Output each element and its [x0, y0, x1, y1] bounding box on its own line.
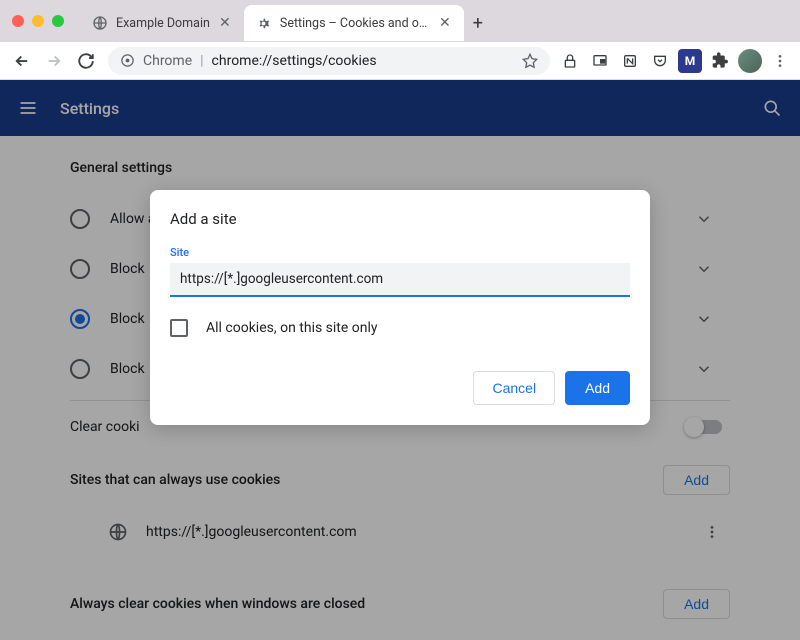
tab-settings-cookies[interactable]: Settings – Cookies and other s ✕ [244, 5, 464, 41]
add-button[interactable]: Add [565, 371, 630, 405]
checkbox-label: All cookies, on this site only [206, 320, 378, 336]
chrome-icon [120, 53, 135, 68]
modal-overlay[interactable]: Add a site Site All cookies, on this sit… [0, 80, 800, 640]
close-window-button[interactable] [12, 15, 24, 27]
site-input[interactable] [170, 263, 630, 297]
browser-toolbar: Chrome | chrome://settings/cookies M [0, 42, 800, 80]
window-controls [12, 15, 64, 27]
omnibox-url: chrome://settings/cookies [212, 53, 377, 69]
new-tab-button[interactable]: + [464, 5, 492, 41]
maximize-window-button[interactable] [52, 15, 64, 27]
notion-icon[interactable] [618, 49, 642, 73]
checkbox-row: All cookies, on this site only [170, 319, 630, 337]
dialog-title: Add a site [170, 210, 630, 228]
minimize-window-button[interactable] [32, 15, 44, 27]
reload-button[interactable] [72, 47, 100, 75]
dialog-buttons: Cancel Add [170, 371, 630, 405]
omnibox-prefix: Chrome [143, 53, 192, 69]
field-label-site: Site [170, 246, 630, 259]
profile-avatar[interactable] [738, 49, 762, 73]
close-icon[interactable]: ✕ [438, 16, 452, 30]
pocket-icon[interactable] [648, 49, 672, 73]
close-icon[interactable]: ✕ [218, 16, 232, 30]
extension-icons: M [558, 49, 792, 73]
globe-icon [92, 15, 108, 31]
browser-titlebar: Example Domain ✕ Settings – Cookies and … [0, 0, 800, 42]
forward-button[interactable] [40, 47, 68, 75]
all-cookies-checkbox[interactable] [170, 319, 188, 337]
lock-icon[interactable] [558, 49, 582, 73]
address-bar[interactable]: Chrome | chrome://settings/cookies [108, 47, 550, 75]
tab-title: Example Domain [116, 16, 210, 31]
puzzle-icon[interactable] [708, 49, 732, 73]
back-button[interactable] [8, 47, 36, 75]
star-icon[interactable] [522, 53, 538, 69]
tab-title: Settings – Cookies and other s [280, 16, 430, 31]
gear-icon [256, 15, 272, 31]
tab-strip: Example Domain ✕ Settings – Cookies and … [80, 5, 492, 41]
browser-menu-button[interactable] [768, 53, 792, 69]
extension-m-icon[interactable]: M [678, 49, 702, 73]
cast-icon[interactable] [588, 49, 612, 73]
tab-example-domain[interactable]: Example Domain ✕ [80, 5, 244, 41]
add-site-dialog: Add a site Site All cookies, on this sit… [150, 190, 650, 425]
cancel-button[interactable]: Cancel [473, 371, 555, 405]
omnibox-divider: | [200, 53, 203, 69]
